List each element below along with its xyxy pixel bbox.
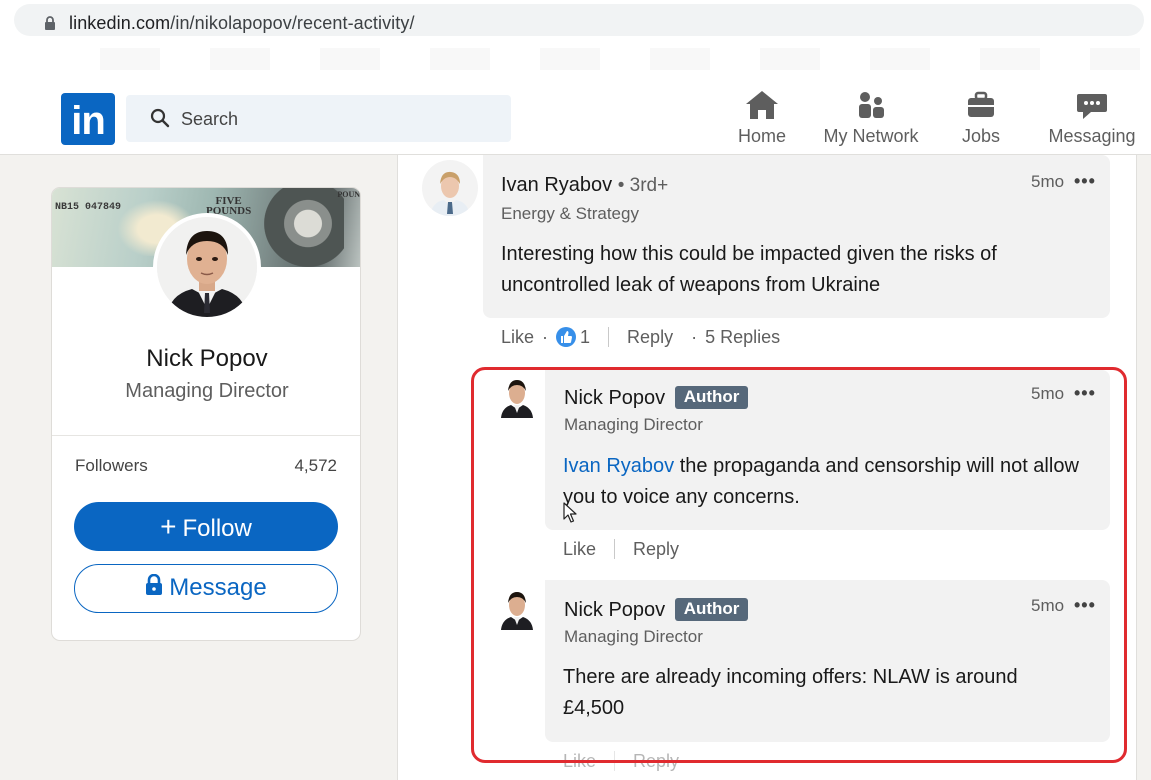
profile-name[interactable]: Nick Popov — [52, 345, 360, 373]
author-name[interactable]: Ivan Ryabov — [501, 174, 612, 196]
browser-toolbar: linkedin.com/in/nikolapopov/recent-activ… — [0, 0, 1151, 82]
more-options-icon[interactable]: ••• — [1074, 171, 1096, 192]
reply-button[interactable]: Reply — [627, 327, 673, 347]
lock-icon — [45, 16, 55, 30]
comment-text: Interesting how this could be impacted g… — [501, 243, 997, 296]
nav-messaging-label: Messaging — [1048, 126, 1136, 146]
network-icon — [859, 92, 884, 118]
follow-button[interactable]: + Follow — [74, 502, 338, 551]
like-button[interactable]: Like — [501, 327, 534, 347]
separator-dot: · — [542, 327, 549, 347]
lock-icon — [146, 574, 163, 595]
nav-messaging[interactable]: Messaging — [1040, 88, 1144, 147]
profile-card: NB15 047849 FIVE POUNDS POUN Nick Popov … — [51, 187, 361, 641]
address-bar[interactable]: linkedin.com/in/nikolapopov/recent-activ… — [14, 4, 1144, 36]
chat-icon — [1077, 94, 1107, 119]
view-replies-link[interactable]: 5 Replies — [705, 327, 780, 347]
nav-jobs-label: Jobs — [961, 126, 1001, 146]
comment-author[interactable]: Ivan Ryabov • 3rd+ — [501, 174, 668, 197]
bookmarks-bar — [100, 48, 1140, 70]
action-divider — [608, 327, 610, 347]
like-count[interactable]: 1 — [580, 327, 590, 347]
linkedin-logo[interactable]: in — [61, 93, 115, 145]
nav-home-label: Home — [737, 126, 786, 146]
search-placeholder: Search — [181, 109, 239, 129]
card-divider — [52, 435, 360, 436]
message-label: Message — [169, 574, 267, 601]
thumbs-up-icon — [556, 327, 577, 347]
highlight-annotation — [471, 367, 1127, 763]
followers-count: 4,572 — [294, 456, 337, 475]
banner-pounds-right: POUN — [337, 190, 360, 199]
mouse-cursor-icon — [563, 502, 577, 523]
banner-serial: NB15 047849 — [55, 202, 122, 213]
avatar-photo — [157, 217, 257, 317]
connection-degree: • 3rd+ — [617, 175, 669, 196]
profile-avatar[interactable] — [153, 213, 261, 321]
nav-home[interactable]: Home — [733, 88, 791, 147]
follow-label: Follow — [182, 515, 252, 542]
banner-portrait — [264, 188, 344, 267]
search-icon — [150, 108, 170, 128]
followers-label: Followers — [75, 456, 148, 475]
author-headline: Energy & Strategy — [501, 204, 639, 223]
url-host: linkedin.com — [69, 13, 171, 33]
url-path: /in/nikolapopov/recent-activity/ — [170, 13, 415, 33]
comment-actions: Like · 1 Reply · 5 Replies — [501, 327, 780, 348]
commenter-avatar[interactable] — [422, 160, 478, 216]
message-button[interactable]: Message — [74, 564, 338, 613]
profile-headline: Managing Director — [125, 380, 289, 402]
briefcase-icon — [968, 91, 994, 117]
home-icon — [746, 91, 778, 119]
avatar-photo — [422, 160, 478, 216]
plus-icon: + — [160, 511, 177, 542]
url-text: linkedin.com/in/nikolapopov/recent-activ… — [69, 13, 415, 34]
comment-time: 5mo — [1031, 172, 1065, 191]
search-input[interactable]: Search — [126, 95, 511, 142]
linkedin-nav: in Search Home My Network Jobs Messaging — [0, 82, 1151, 155]
nav-my-network[interactable]: My Network — [815, 88, 927, 147]
nav-my-network-label: My Network — [823, 126, 919, 146]
separator-dot: · — [691, 327, 698, 347]
nav-jobs[interactable]: Jobs — [955, 88, 1007, 147]
